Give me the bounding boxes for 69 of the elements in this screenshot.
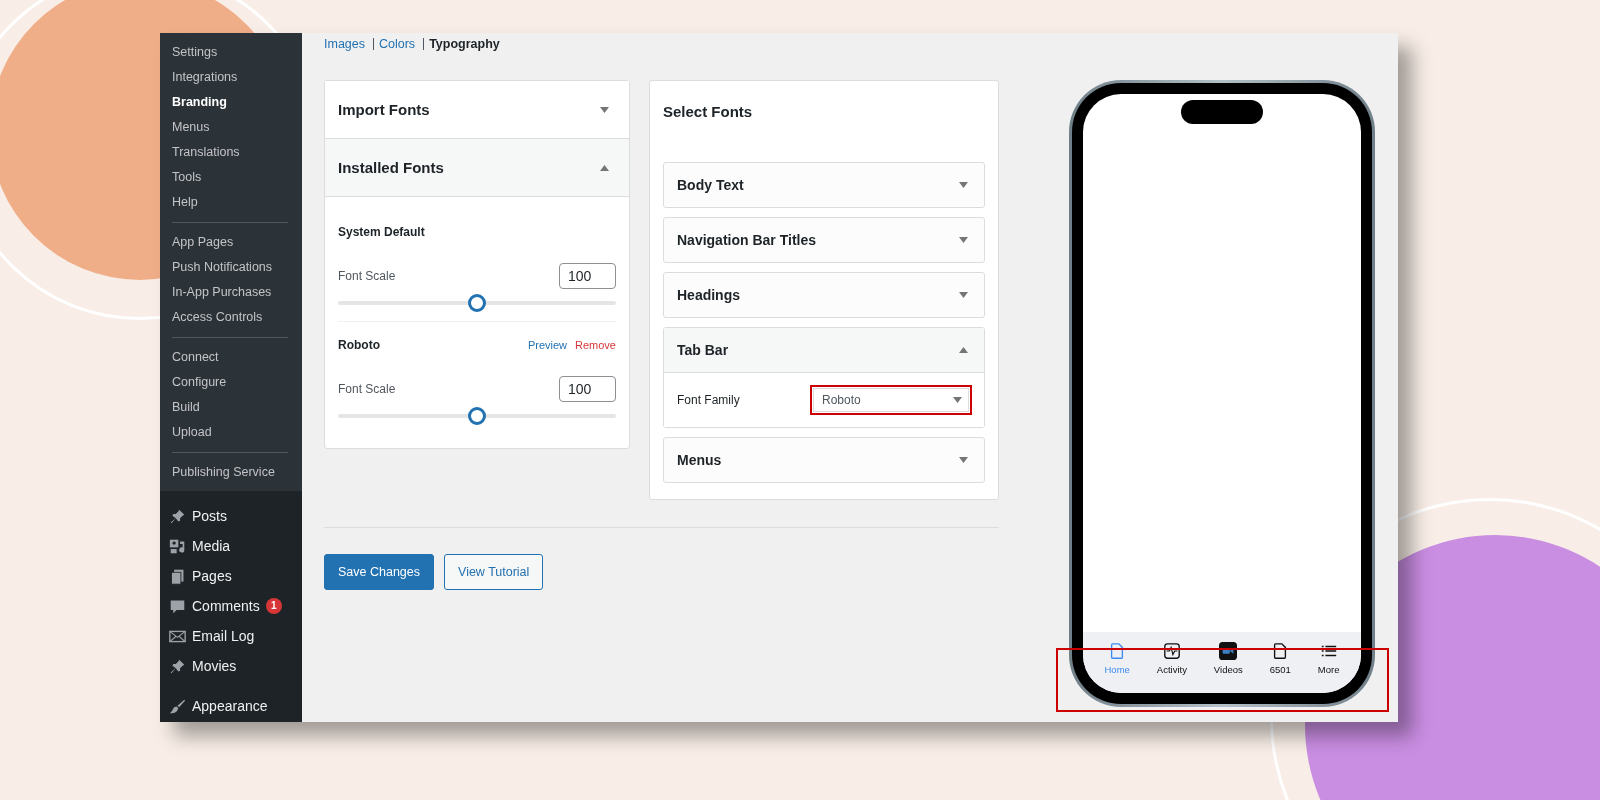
tutorial-button[interactable]: View Tutorial <box>444 554 544 590</box>
subnav-link[interactable]: Colors <box>379 37 416 51</box>
accordion-header[interactable]: Navigation Bar Titles <box>664 218 984 262</box>
panel-title: Select Fonts <box>663 102 754 122</box>
menu-item[interactable]: Pages <box>192 568 232 584</box>
pin-icon <box>169 507 186 525</box>
font-name: System Default <box>338 225 425 239</box>
accordion-header[interactable]: Import Fonts <box>325 81 629 139</box>
sidebar-item[interactable]: Push Notifications <box>172 255 288 280</box>
sidebar-item[interactable]: Connect <box>172 345 288 370</box>
activity-icon <box>1162 642 1181 660</box>
pin-icon <box>169 657 186 675</box>
media-icon <box>169 537 186 555</box>
count-badge: 1 <box>265 598 282 614</box>
font-family-select[interactable]: Roboto <box>813 388 969 412</box>
accordion-title: Navigation Bar Titles <box>677 232 816 248</box>
menu-item[interactable]: Movies <box>192 658 237 674</box>
sidebar-item[interactable]: Configure <box>172 370 288 395</box>
accordion-title: Body Text <box>677 177 744 193</box>
sidebar-item[interactable]: Build <box>172 395 288 420</box>
paintbrush-icon <box>169 697 186 715</box>
remove-link[interactable]: Remove <box>575 339 616 351</box>
menu-item[interactable]: Media <box>192 538 231 554</box>
menu-item[interactable]: Appearance <box>192 698 268 714</box>
sidebar-item[interactable]: Upload <box>172 420 288 445</box>
accordion-header[interactable]: Menus <box>664 438 984 482</box>
font-scale-label: Font Scale <box>338 269 396 283</box>
save-button[interactable]: Save Changes <box>324 554 434 590</box>
sidebar-item[interactable]: Settings <box>160 40 302 65</box>
font-scale-input[interactable]: 100 <box>559 376 616 402</box>
font-name: Roboto <box>338 338 380 352</box>
accordion-header[interactable]: Body Text <box>664 163 984 207</box>
tab-bar-item[interactable]: Activity <box>1156 642 1187 675</box>
tab-bar-item[interactable]: 6501 <box>1269 642 1291 675</box>
menu-item[interactable]: Comments <box>192 598 260 614</box>
sidebar-item[interactable]: Access Controls <box>172 305 288 330</box>
accordion-header[interactable]: Headings <box>664 273 984 317</box>
sidebar-item[interactable]: Tools <box>160 165 302 190</box>
tab-bar-item[interactable]: Videos <box>1213 642 1243 675</box>
font-scale-label: Font Scale <box>338 382 396 396</box>
caret-down-icon <box>953 397 962 403</box>
accordion-title: Headings <box>677 287 740 303</box>
preview-link[interactable]: Preview <box>527 339 568 351</box>
accordion-title: Installed Fonts <box>338 159 444 176</box>
menu-item[interactable]: Posts <box>192 508 227 524</box>
menu-item[interactable]: Email Log <box>192 628 255 644</box>
tab-bar-item[interactable]: More <box>1317 642 1340 675</box>
sidebar-item[interactable]: Publishing Service <box>172 460 288 485</box>
subnav-link[interactable]: Typography <box>429 37 500 51</box>
accordion-title: Tab Bar <box>677 342 729 358</box>
separator-line <box>423 38 425 50</box>
accordion-title: Menus <box>677 452 722 468</box>
accordion-header[interactable]: Installed Fonts <box>325 139 629 197</box>
font-scale-input[interactable]: 100 <box>559 263 616 289</box>
sidebar-item[interactable]: In-App Purchases <box>172 280 288 305</box>
accordion-title: Import Fonts <box>338 101 430 118</box>
accordion-header[interactable]: Tab Bar <box>664 328 984 373</box>
sidebar-item[interactable]: Branding <box>160 90 302 115</box>
field-label: Font Family <box>677 393 740 407</box>
separator-line <box>373 38 374 50</box>
sidebar-item[interactable]: Help <box>160 190 302 215</box>
sidebar-item[interactable]: Menus <box>160 115 302 140</box>
sidebar-item[interactable]: Integrations <box>160 65 302 90</box>
slider-thumb[interactable] <box>468 407 486 425</box>
pages-icon <box>169 567 186 585</box>
slider-thumb[interactable] <box>468 294 486 312</box>
sidebar-item[interactable]: Translations <box>160 140 302 165</box>
subnav-link[interactable]: Images <box>324 37 365 51</box>
sidebar-item[interactable]: App Pages <box>172 230 288 255</box>
